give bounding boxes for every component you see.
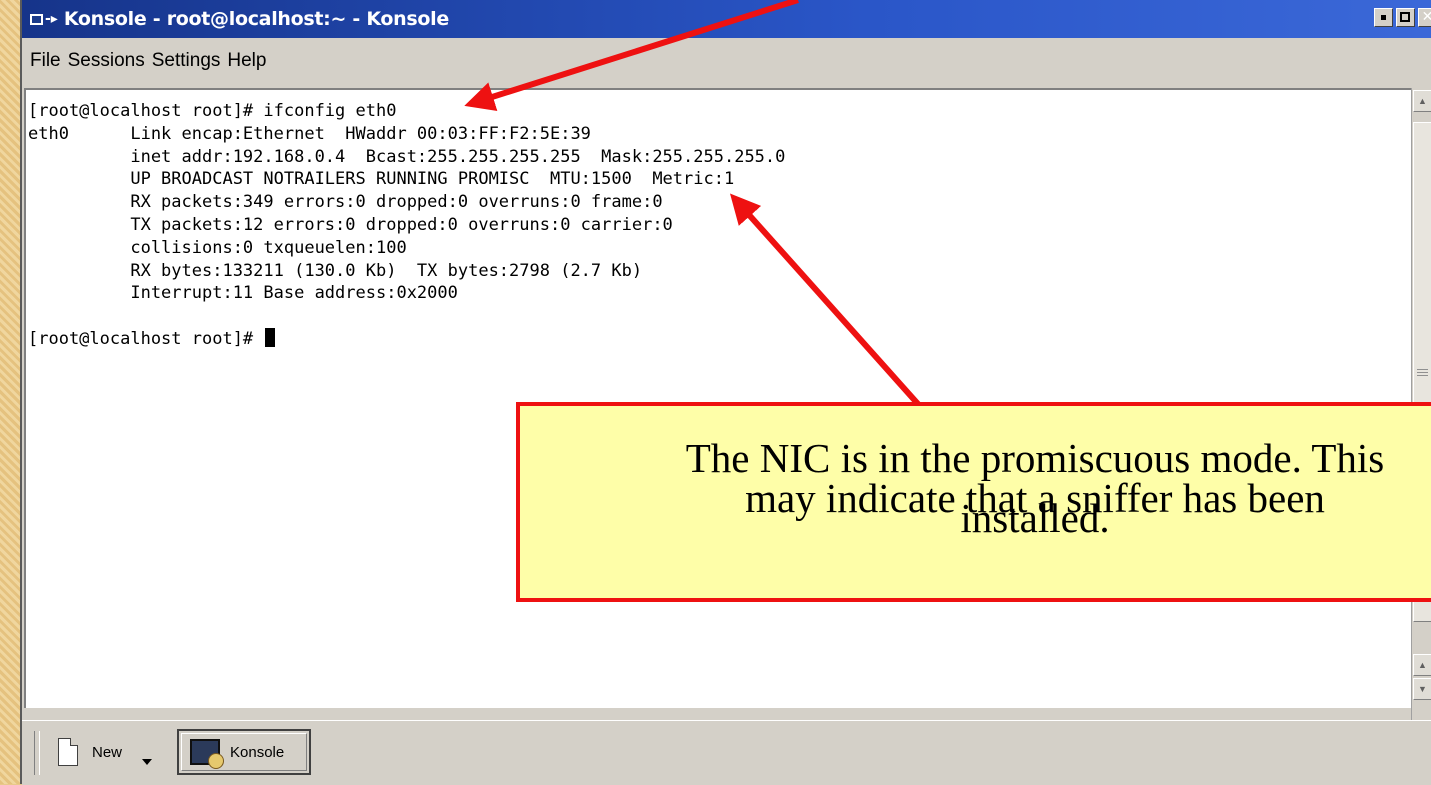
terminal-line: RX packets:349 errors:0 dropped:0 overru… — [28, 192, 663, 213]
konsole-terminal-icon — [190, 739, 224, 769]
window-title: Konsole - root@localhost:~ - Konsole — [63, 8, 449, 30]
window-controls: ✕ — [1374, 8, 1431, 27]
terminal-line: [root@localhost root]# ifconfig eth0 — [28, 101, 397, 121]
scroll-up-icon[interactable]: ▲ — [1413, 654, 1431, 676]
callout-text-line-1: The NIC is in the promiscuous mode. This — [685, 435, 1385, 481]
terminal-line: TX packets:12 errors:0 dropped:0 overrun… — [28, 214, 673, 235]
session-tab-label: Konsole — [230, 743, 285, 761]
terminal-output[interactable]: [root@localhost root]# ifconfig eth0 eth0… — [24, 88, 1411, 708]
annotation-callout: The NIC is in the promiscuous mode. This… — [516, 402, 1431, 602]
menu-help[interactable]: Help — [227, 50, 266, 72]
minimize-button[interactable] — [1374, 8, 1393, 27]
title-bar[interactable]: -▸ Konsole - root@localhost:~ - Konsole … — [22, 0, 1431, 38]
terminal-line: inet addr:192.168.0.4 Bcast:255.255.255.… — [28, 146, 786, 167]
terminal-line: collisions:0 txqueuelen:100 — [28, 237, 407, 258]
terminal-line: RX bytes:133211 (130.0 Kb) TX bytes:2798… — [28, 260, 643, 281]
terminal-line: UP BROADCAST NOTRAILERS RUNNING PROMISC … — [28, 169, 735, 190]
toolbar-handle[interactable] — [34, 731, 40, 775]
maximize-button[interactable] — [1396, 8, 1415, 27]
new-session-button[interactable]: New — [50, 733, 174, 771]
new-document-icon — [58, 738, 78, 766]
session-tab-konsole[interactable]: Konsole — [177, 729, 311, 775]
terminal-prompt: [root@localhost root]# — [28, 328, 264, 349]
dropdown-arrow-icon[interactable] — [142, 759, 152, 765]
scroll-down-icon[interactable]: ▼ — [1413, 678, 1431, 700]
close-button[interactable]: ✕ — [1418, 8, 1431, 27]
terminal-text: [root@localhost root]# ifconfig eth0 eth0… — [28, 100, 785, 351]
terminal-line: Interrupt:11 Base address:0x2000 — [28, 283, 458, 304]
text-cursor — [265, 327, 276, 347]
menu-settings[interactable]: Settings — [152, 50, 221, 72]
slide-background — [0, 0, 20, 784]
new-session-label: New — [92, 743, 123, 761]
terminal-prompt-line: [root@localhost root]# — [28, 327, 785, 351]
callout-text-line-3: installed. — [960, 495, 1110, 541]
menu-bar: File Sessions Settings Help — [22, 38, 1431, 84]
scroll-up-top-icon[interactable]: ▲ — [1413, 90, 1431, 112]
terminal-line: eth0 Link encap:Ethernet HWaddr 00:03:FF… — [28, 123, 591, 144]
menu-sessions[interactable]: Sessions — [68, 50, 145, 72]
window-menu-icon[interactable]: -▸ — [30, 12, 58, 26]
menu-file[interactable]: File — [30, 50, 61, 72]
konsole-window: -▸ Konsole - root@localhost:~ - Konsole … — [20, 0, 1431, 785]
session-tab-bar: New Konsole — [22, 720, 1431, 785]
